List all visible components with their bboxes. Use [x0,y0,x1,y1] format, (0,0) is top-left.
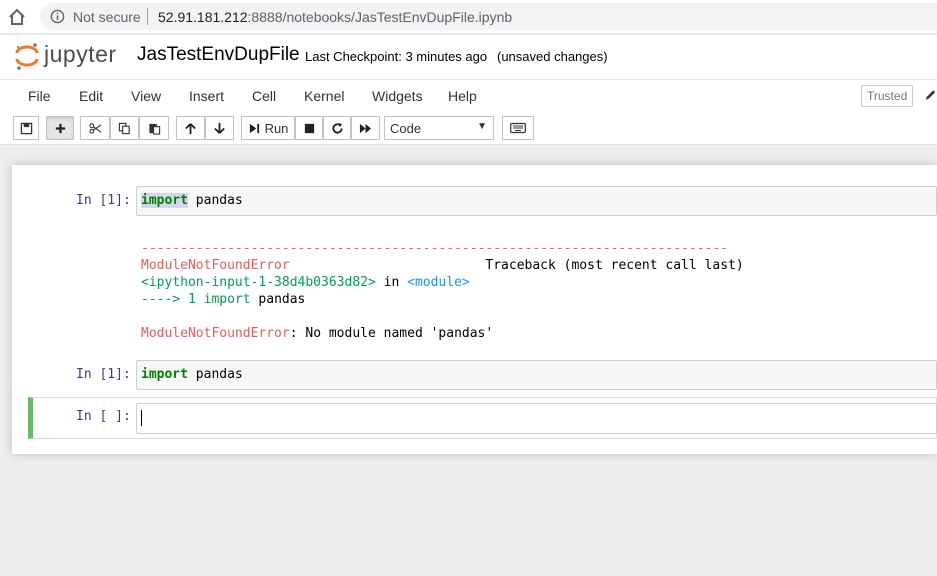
error-type: ModuleNotFoundError [141,326,290,341]
url-box[interactable]: Not secure 52.91.181.212:8888/notebooks/… [40,3,937,30]
code-text: pandas [187,367,243,382]
code-text: pandas [187,193,243,208]
info-icon[interactable] [50,9,65,24]
trusted-badge[interactable]: Trusted [861,85,914,107]
notebook-container: In [1]: import pandas ------------------… [12,165,937,454]
cut-button[interactable] [80,116,110,140]
pencil-icon[interactable] [924,88,937,102]
cell-3-prompt: In [ ]: [76,409,131,424]
cell-type-select[interactable]: Code ▼ [384,116,494,140]
traceback-arrow-keyword: import [203,292,251,307]
save-status: (unsaved changes) [497,49,608,64]
save-button[interactable] [13,116,39,140]
menu-edit[interactable]: Edit [79,88,103,104]
traceback-dashes: ----------------------------------------… [141,241,728,256]
traceback-input-ref: <ipython-input-1-38d4b0363d82> [141,275,376,290]
traceback-in-word: in [375,275,408,290]
stop-icon [304,123,314,133]
arrow-down-icon [214,122,225,134]
move-down-button[interactable] [205,116,234,140]
menu-insert[interactable]: Insert [189,88,224,104]
scissors-icon [88,122,101,134]
keyboard-icon [510,122,526,134]
checkpoint-status: Last Checkpoint: 3 minutes ago [305,49,488,64]
security-label: Not secure [73,9,141,25]
run-button[interactable]: Run [241,116,295,140]
plus-icon [55,123,65,133]
interrupt-button[interactable] [295,116,323,140]
copy-icon [118,122,130,134]
cell-1-output: ----------------------------------------… [141,223,744,359]
step-forward-icon [249,123,259,133]
paste-button[interactable] [139,116,169,140]
cell-2-input[interactable]: import pandas [136,360,937,390]
notebook-header: jupyter JasTestEnvDupFile Last Checkpoin… [0,35,937,79]
menu-view[interactable]: View [131,88,161,104]
command-palette-button[interactable] [502,116,534,140]
cell-2-prompt: In [1]: [76,367,131,382]
insert-cell-button[interactable] [46,116,74,140]
menu-file[interactable]: File [28,88,51,104]
menubar: File Edit View Insert Cell Kernel Widget… [0,79,937,111]
menu-widgets[interactable]: Widgets [372,88,423,104]
menu-cell[interactable]: Cell [252,88,276,104]
cell-1-prompt: In [1]: [76,193,131,208]
code-keyword: import [141,367,188,382]
traceback-error-name: ModuleNotFoundError [141,258,290,273]
menu-help[interactable]: Help [448,88,477,104]
save-icon [20,122,32,134]
cell-type-value: Code [390,121,422,136]
menu-kernel[interactable]: Kernel [304,88,344,104]
traceback-arrow: ----> 1 [141,292,204,307]
run-label: Run [264,120,289,136]
run-all-button[interactable] [351,116,380,140]
logo-text[interactable]: jupyter [44,41,117,68]
arrow-up-icon [185,122,196,134]
browser-address-bar: Not secure 52.91.181.212:8888/notebooks/… [0,0,937,34]
error-message: : No module named 'pandas' [289,326,494,341]
url-separator [147,8,148,25]
home-icon[interactable] [7,7,27,27]
notebook-name[interactable]: JasTestEnvDupFile [137,44,300,66]
toolbar: Run Code ▼ [0,111,937,145]
traceback-label: Traceback (most recent call last) [485,258,744,273]
paste-icon [148,123,160,135]
move-up-button[interactable] [176,116,205,140]
restart-icon [331,122,343,134]
jupyter-logo-icon[interactable] [15,41,39,71]
fast-forward-icon [359,123,372,133]
traceback-arrow-code: pandas [250,292,306,307]
code-keyword: import [141,193,188,208]
restart-button[interactable] [323,116,351,140]
cell-3-input[interactable] [136,403,937,434]
traceback-module-ref: <module> [407,275,470,290]
dropdown-arrow-icon: ▼ [477,121,487,132]
text-cursor [141,410,142,426]
url-text[interactable]: 52.91.181.212:8888/notebooks/JasTestEnvD… [158,9,512,25]
copy-button[interactable] [110,116,139,140]
cell-1-input[interactable]: import pandas [136,186,937,216]
